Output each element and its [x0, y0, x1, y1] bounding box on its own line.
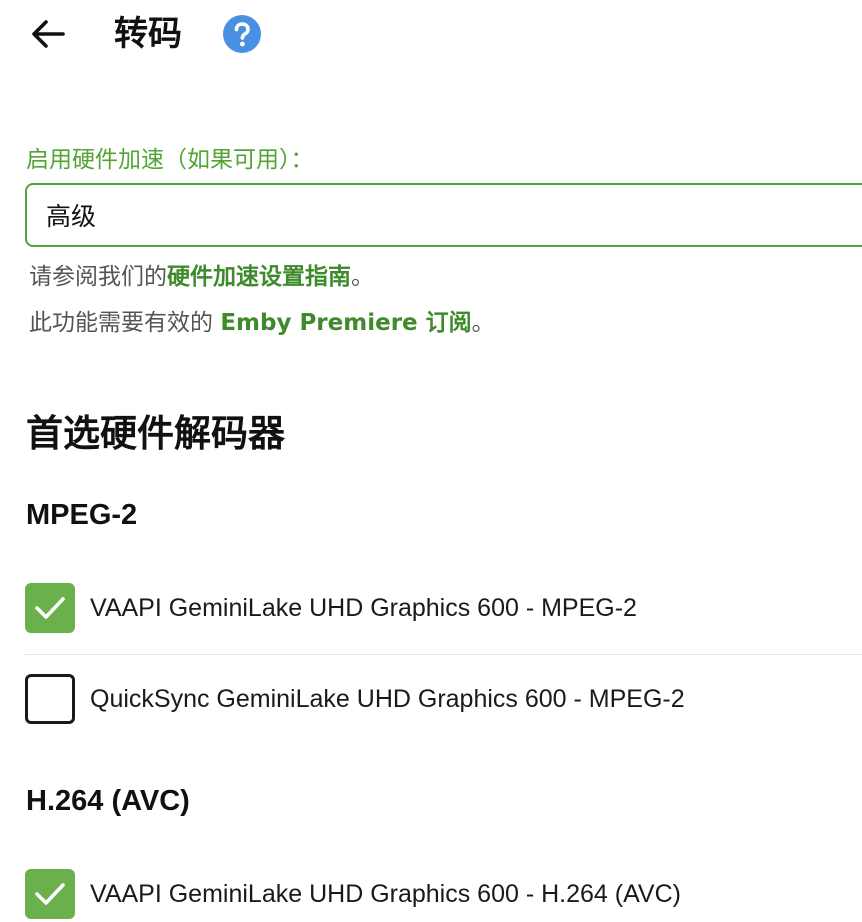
hw-accel-select[interactable]: 高级: [25, 183, 862, 247]
decoder-option-quicksync-mpeg2[interactable]: QuickSync GeminiLake UHD Graphics 600 - …: [25, 673, 862, 725]
arrow-left-icon: [32, 20, 65, 48]
help-text-premiere-prefix: 此功能需要有效的: [29, 310, 221, 336]
help-text-premiere: 此功能需要有效的 Emby Premiere 订阅。: [29, 306, 495, 340]
codec-heading-h264: H.264 (AVC): [26, 785, 190, 817]
checkbox-checked[interactable]: [25, 869, 75, 919]
help-button[interactable]: [222, 14, 262, 54]
hw-accel-selected-value: 高级: [46, 202, 97, 231]
hw-accel-guide-link[interactable]: 硬件加速设置指南: [167, 264, 351, 290]
checkbox-unchecked[interactable]: [25, 674, 75, 724]
page-title: 转码: [114, 14, 182, 54]
checkbox-checked[interactable]: [25, 583, 75, 633]
header-bar: 转码: [0, 0, 862, 70]
help-text-guide-prefix: 请参阅我们的: [29, 264, 167, 290]
help-text-guide-suffix: 。: [351, 264, 374, 290]
decoder-option-vaapi-h264[interactable]: VAAPI GeminiLake UHD Graphics 600 - H.26…: [25, 868, 862, 920]
checkmark-icon: [35, 597, 65, 619]
option-divider: [25, 654, 862, 655]
help-circle-icon: [223, 15, 261, 53]
decoders-section-title: 首选硬件解码器: [26, 412, 285, 455]
help-text-guide: 请参阅我们的硬件加速设置指南。: [29, 260, 374, 294]
decoder-option-label: QuickSync GeminiLake UHD Graphics 600 - …: [90, 684, 685, 713]
decoder-option-vaapi-mpeg2[interactable]: VAAPI GeminiLake UHD Graphics 600 - MPEG…: [25, 582, 862, 634]
hw-accel-label: 启用硬件加速（如果可用）：: [26, 147, 314, 173]
back-button[interactable]: [26, 14, 70, 54]
checkmark-icon: [35, 883, 65, 905]
decoder-option-label: VAAPI GeminiLake UHD Graphics 600 - MPEG…: [90, 593, 637, 622]
help-text-premiere-suffix: 。: [471, 310, 495, 336]
codec-heading-mpeg2: MPEG-2: [26, 499, 138, 531]
decoder-option-label: VAAPI GeminiLake UHD Graphics 600 - H.26…: [90, 879, 681, 908]
emby-premiere-link[interactable]: Emby Premiere 订阅: [220, 310, 471, 336]
